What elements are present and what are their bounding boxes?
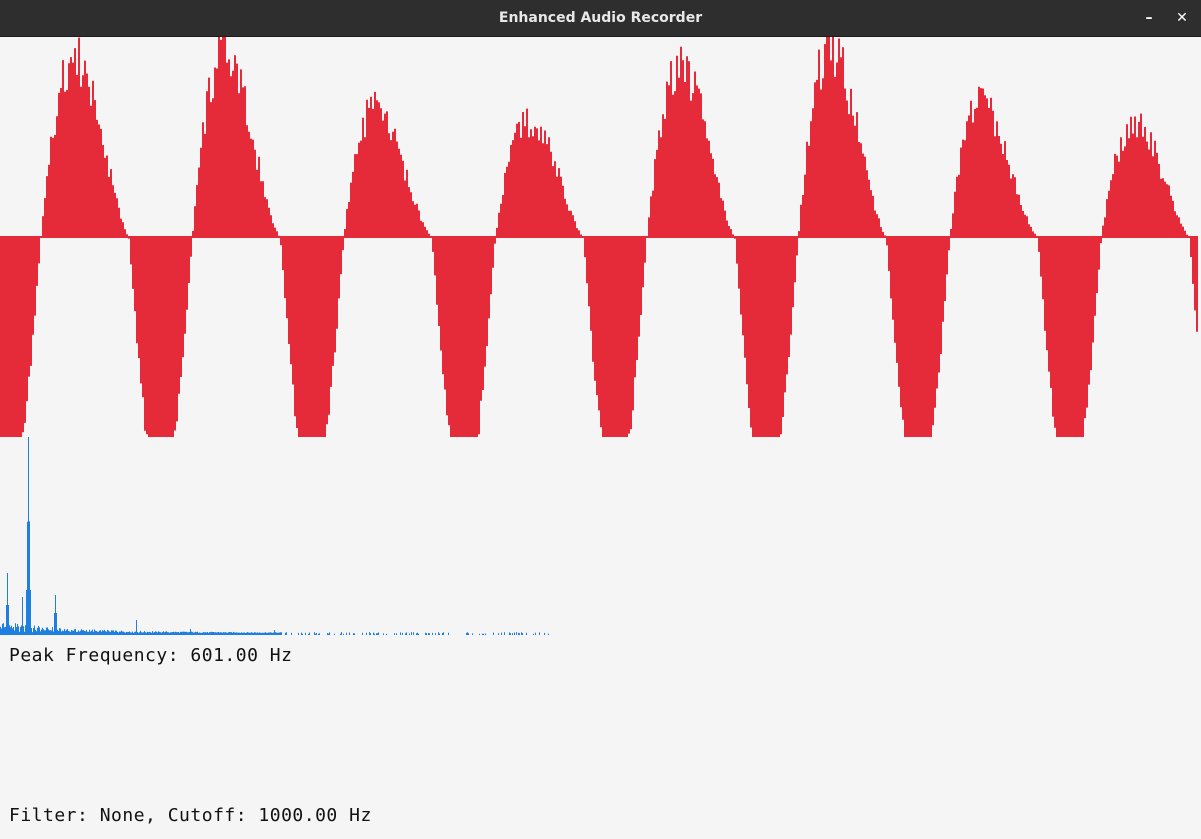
peak-frequency-label: Peak Frequency: 601.00 Hz xyxy=(9,645,293,666)
spectrum-bars xyxy=(0,437,549,635)
app-window: Enhanced Audio Recorder – ✕ Peak Frequen… xyxy=(0,0,1201,839)
waveform-bars xyxy=(0,37,1198,437)
title-bar[interactable]: Enhanced Audio Recorder – ✕ xyxy=(0,0,1201,37)
window-title: Enhanced Audio Recorder xyxy=(498,10,703,26)
minimize-button[interactable]: – xyxy=(1139,8,1159,28)
visualizer-svg xyxy=(0,37,1198,635)
filter-status-label: Filter: None, Cutoff: 1000.00 Hz xyxy=(9,805,372,826)
waveform-display xyxy=(0,37,1198,437)
minimize-icon: – xyxy=(1145,10,1153,26)
spectrum-display xyxy=(0,437,549,635)
close-button[interactable]: ✕ xyxy=(1172,8,1192,28)
close-icon: ✕ xyxy=(1176,10,1188,26)
visualizer-canvas: Peak Frequency: 601.00 Hz Filter: None, … xyxy=(0,37,1201,839)
